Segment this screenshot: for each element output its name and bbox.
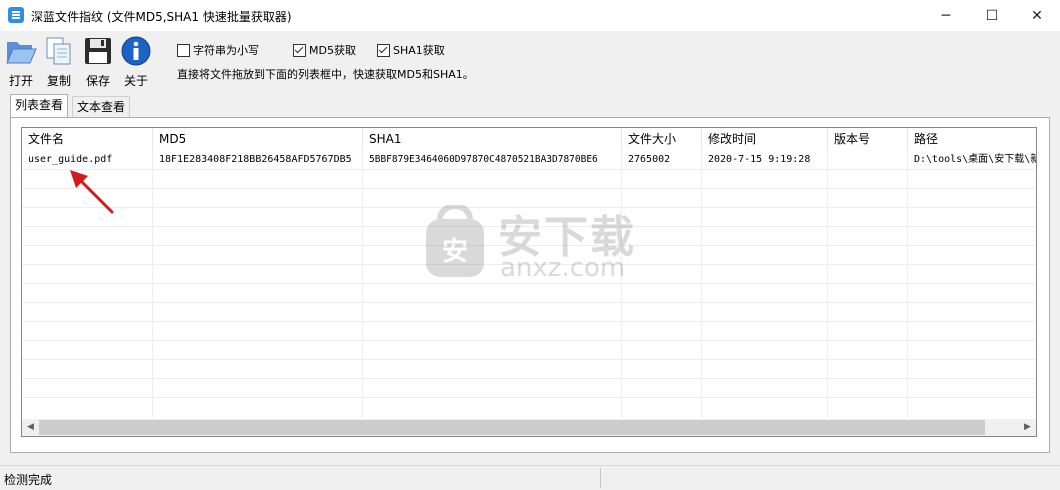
close-button[interactable]: ✕ — [1014, 0, 1060, 31]
lowercase-checkbox-box[interactable] — [177, 43, 190, 57]
grid-line — [22, 302, 1036, 303]
about-label: 关于 — [123, 74, 148, 88]
toolbar: 打开 复制 保存 关于 字符串为小写 MD5获取 SHA1获取 直接将文件拖放到… — [0, 31, 1060, 93]
maximize-button[interactable]: ☐ — [969, 0, 1015, 31]
column-header-md5[interactable]: MD5 — [153, 128, 363, 150]
save-button[interactable]: 保存 — [80, 35, 116, 91]
grid-line — [22, 169, 1036, 170]
column-header-sha1[interactable]: SHA1 — [363, 128, 622, 150]
grid-line — [22, 359, 1036, 360]
cell-filesize: 2765002 — [628, 154, 671, 165]
tab-text-view[interactable]: 文本查看 — [72, 96, 131, 117]
info-icon — [121, 36, 151, 66]
column-header-filename[interactable]: 文件名 — [22, 128, 153, 150]
title-bar: 深蓝文件指纹 (文件MD5,SHA1 快速批量获取器) ─ ☐ ✕ — [0, 0, 1060, 31]
grid-line — [22, 283, 1036, 284]
sha1-checkbox-label: SHA1获取 — [393, 44, 445, 57]
tab-list-view[interactable]: 列表查看 — [10, 94, 69, 117]
scroll-left-arrow-icon[interactable]: ◀ — [22, 419, 39, 436]
copy-button[interactable]: 复制 — [41, 35, 77, 91]
status-bar: 检测完成 — [0, 465, 1060, 490]
column-header-path[interactable]: 路径 — [908, 128, 1036, 150]
horizontal-scrollbar[interactable]: ◀ ▶ — [22, 419, 1036, 436]
folder-open-icon — [6, 42, 37, 64]
column-header-filesize[interactable]: 文件大小 — [622, 128, 702, 150]
status-text: 检测完成 — [4, 473, 53, 487]
cell-md5: 18F1E283408F218BB26458AFD5767DB5 — [159, 154, 352, 165]
sha1-checkbox-box[interactable] — [377, 43, 390, 57]
column-header-modified[interactable]: 修改时间 — [702, 128, 828, 150]
watermark-glyph: 安 — [442, 237, 469, 267]
cell-sha1: 5BBF879E3464060D97870C4870521BA3D7870BE6 — [369, 154, 598, 165]
watermark: 安 安下载 anxz.com — [422, 203, 642, 283]
grid-line — [22, 378, 1036, 379]
cell-path: D:\tools\桌面\安下载\新 — [914, 154, 1036, 165]
lowercase-checkbox[interactable]: 字符串为小写 — [177, 42, 259, 58]
annotation-arrow-icon — [70, 170, 114, 214]
drag-drop-hint: 直接将文件拖放到下面的列表框中，快速获取MD5和SHA1。 — [177, 68, 474, 81]
sha1-checkbox[interactable]: SHA1获取 — [377, 42, 445, 58]
grid-line — [22, 397, 1036, 398]
grid-line — [22, 340, 1036, 341]
minimize-button[interactable]: ─ — [923, 0, 969, 31]
md5-checkbox[interactable]: MD5获取 — [293, 42, 356, 58]
tab-panel: 文件名 MD5 SHA1 文件大小 修改时间 版本号 路径 user_guide… — [10, 117, 1050, 453]
open-button[interactable]: 打开 — [3, 35, 39, 91]
scrollbar-thumb[interactable] — [39, 420, 985, 435]
save-label: 保存 — [85, 74, 110, 88]
cell-version — [828, 150, 908, 169]
app-icon — [8, 7, 24, 23]
floppy-disk-icon — [85, 38, 111, 64]
grid-line — [22, 321, 1036, 322]
grid-line — [22, 188, 1036, 189]
open-label: 打开 — [8, 74, 33, 88]
window-title: 深蓝文件指纹 (文件MD5,SHA1 快速批量获取器) — [31, 10, 292, 24]
copy-label: 复制 — [46, 74, 71, 88]
table-row[interactable]: user_guide.pdf 18F1E283408F218BB26458AFD… — [22, 150, 1036, 169]
column-header-version[interactable]: 版本号 — [828, 128, 908, 150]
status-divider — [600, 468, 601, 488]
about-button[interactable]: 关于 — [118, 35, 154, 91]
watermark-domain: anxz.com — [500, 253, 626, 283]
lowercase-checkbox-label: 字符串为小写 — [193, 44, 259, 57]
cell-modified: 2020-7-15 9:19:28 — [708, 154, 811, 165]
md5-checkbox-box[interactable] — [293, 43, 306, 57]
copy-icon — [46, 37, 71, 65]
list-header: 文件名 MD5 SHA1 文件大小 修改时间 版本号 路径 — [22, 128, 1036, 150]
md5-checkbox-label: MD5获取 — [309, 44, 356, 57]
scroll-right-arrow-icon[interactable]: ▶ — [1019, 419, 1036, 436]
